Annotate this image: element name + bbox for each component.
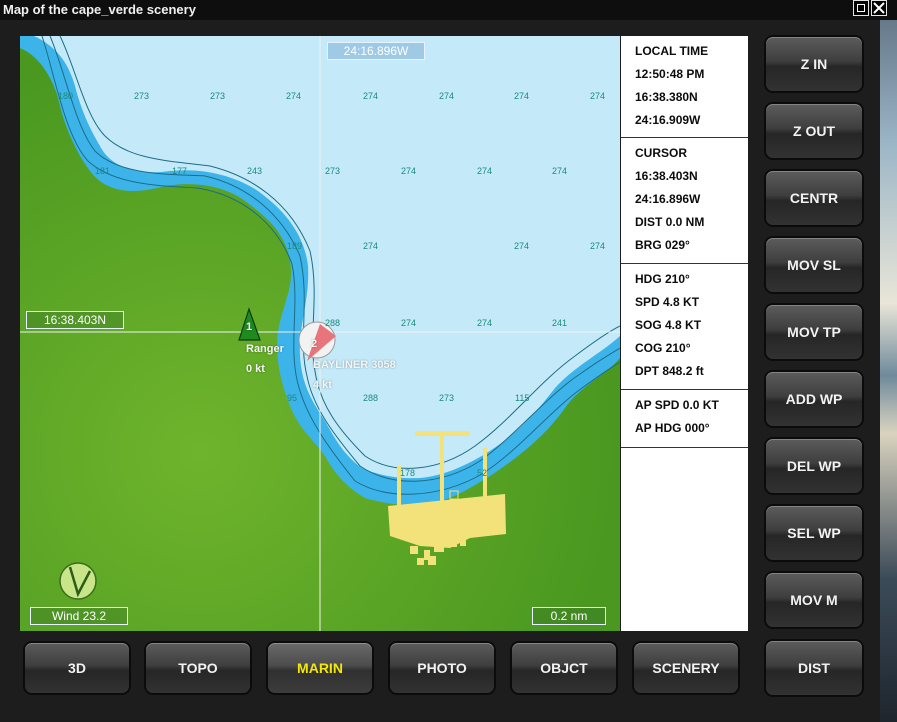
vessel-2-name[interactable]: BAYLINER 3058 bbox=[313, 359, 396, 371]
title-bar[interactable]: Map of the cape_verde scenery bbox=[0, 0, 897, 20]
depth-sounding: 288 bbox=[363, 393, 379, 403]
cursor-section: CURSOR 16:38.403N 24:16.896W DIST 0.0 NM… bbox=[621, 138, 748, 264]
autopilot-heading: AP HDG 000° bbox=[635, 421, 710, 435]
delete-waypoint-button[interactable]: DEL WP bbox=[766, 439, 862, 493]
time-section: LOCAL TIME 12:50:48 PM 16:38.380N 24:16.… bbox=[621, 36, 748, 138]
vessel-1-name[interactable]: Ranger bbox=[246, 343, 284, 355]
vessel-2-number: 2 bbox=[311, 338, 318, 350]
info-panel: LOCAL TIME 12:50:48 PM 16:38.380N 24:16.… bbox=[621, 36, 748, 631]
depth-value: DPT 848.2 ft bbox=[635, 364, 704, 378]
depth-sounding: 288 bbox=[325, 318, 341, 328]
depth-sounding: 180 bbox=[58, 91, 74, 101]
move-map-button[interactable]: MOV M bbox=[766, 573, 862, 627]
center-button[interactable]: CENTR bbox=[766, 171, 862, 225]
tab-topo-button[interactable]: TOPO bbox=[146, 643, 250, 693]
own-longitude: 24:16.909W bbox=[635, 113, 701, 127]
building bbox=[428, 556, 436, 565]
tab-3d-button[interactable]: 3D bbox=[25, 643, 129, 693]
depth-sounding: 274 bbox=[590, 241, 606, 251]
cursor-bearing: BRG 029° bbox=[635, 238, 690, 252]
vessel-1-speed: 0 kt bbox=[246, 363, 265, 375]
depth-sounding: 52 bbox=[477, 468, 488, 478]
autopilot-speed: AP SPD 0.0 KT bbox=[635, 398, 719, 412]
tab-scenery-button[interactable]: SCENERY bbox=[634, 643, 738, 693]
depth-sounding: 274 bbox=[590, 91, 606, 101]
scale-label: 0.2 nm bbox=[532, 607, 606, 625]
depth-sounding: 274 bbox=[477, 318, 493, 328]
depth-sounding: 243 bbox=[247, 166, 263, 176]
cursor-distance: DIST 0.0 NM bbox=[635, 215, 705, 229]
depth-sounding: 178 bbox=[400, 468, 416, 478]
background-scene-right bbox=[880, 0, 897, 722]
depth-sounding: 241 bbox=[552, 318, 568, 328]
zoom-out-button[interactable]: Z OUT bbox=[766, 104, 862, 158]
depth-sounding: 273 bbox=[210, 91, 226, 101]
tab-marin-button[interactable]: MARIN bbox=[268, 643, 372, 693]
building bbox=[434, 544, 444, 552]
add-waypoint-button[interactable]: ADD WP bbox=[766, 372, 862, 426]
building bbox=[417, 558, 424, 565]
select-waypoint-button[interactable]: SEL WP bbox=[766, 506, 862, 560]
depth-sounding: 274 bbox=[286, 91, 302, 101]
depth-sounding: 274 bbox=[477, 166, 493, 176]
depth-sounding: 189 bbox=[287, 241, 303, 251]
tab-objct-button[interactable]: OBJCT bbox=[512, 643, 616, 693]
depth-sounding: 177 bbox=[172, 166, 188, 176]
depth-sounding: 274 bbox=[401, 318, 417, 328]
local-time-value: 12:50:48 PM bbox=[635, 67, 705, 81]
depth-sounding: 274 bbox=[514, 241, 530, 251]
cursor-label: CURSOR bbox=[635, 146, 688, 160]
depth-sounding: 273 bbox=[439, 393, 455, 403]
heading-value: HDG 210° bbox=[635, 272, 690, 286]
close-icon bbox=[873, 2, 885, 14]
building bbox=[449, 539, 457, 547]
depth-sounding: 95 bbox=[287, 393, 298, 403]
local-time-label: LOCAL TIME bbox=[635, 44, 709, 58]
move-sl-button[interactable]: MOV SL bbox=[766, 238, 862, 292]
cursor-latitude: 16:38.403N bbox=[635, 169, 698, 183]
maximize-icon bbox=[857, 4, 865, 12]
cursor-longitude-label: 24:16.896W bbox=[327, 42, 425, 60]
building bbox=[460, 540, 466, 546]
building bbox=[410, 546, 418, 554]
distance-button[interactable]: DIST bbox=[766, 641, 862, 695]
navigation-section: HDG 210° SPD 4.8 KT SOG 4.8 KT COG 210° … bbox=[621, 264, 748, 390]
close-button[interactable] bbox=[871, 0, 887, 16]
depth-sounding: 274 bbox=[514, 91, 530, 101]
depth-sounding: 273 bbox=[134, 91, 150, 101]
cursor-latitude-label: 16:38.403N bbox=[26, 311, 124, 329]
marine-map[interactable]: 24:16.896W 16:38.403N Wind 23.2 0.2 nm 1… bbox=[20, 36, 620, 631]
window-title: Map of the cape_verde scenery bbox=[3, 2, 196, 17]
autopilot-section: AP SPD 0.0 KT AP HDG 000° bbox=[621, 390, 748, 448]
vessel-1-number: 1 bbox=[246, 321, 253, 333]
depth-sounding: 273 bbox=[325, 166, 341, 176]
move-tp-button[interactable]: MOV TP bbox=[766, 305, 862, 359]
depth-sounding: 274 bbox=[439, 91, 455, 101]
depth-sounding: 274 bbox=[401, 166, 417, 176]
wind-label: Wind 23.2 bbox=[30, 607, 128, 625]
tab-photo-button[interactable]: PHOTO bbox=[390, 643, 494, 693]
cog-value: COG 210° bbox=[635, 341, 691, 355]
depth-sounding: 274 bbox=[363, 91, 379, 101]
vessel-2-speed: 4 kt bbox=[313, 379, 332, 391]
maximize-button[interactable] bbox=[853, 0, 869, 16]
zoom-in-button[interactable]: Z IN bbox=[766, 37, 862, 91]
depth-sounding: 181 bbox=[95, 166, 111, 176]
own-latitude: 16:38.380N bbox=[635, 90, 698, 104]
speed-value: SPD 4.8 KT bbox=[635, 295, 700, 309]
depth-sounding: 274 bbox=[552, 166, 568, 176]
map-chart bbox=[20, 36, 620, 631]
depth-sounding: 115 bbox=[515, 393, 530, 403]
sog-value: SOG 4.8 KT bbox=[635, 318, 702, 332]
map-window: Map of the cape_verde scenery 24:16.896W… bbox=[0, 0, 897, 722]
pier bbox=[440, 431, 444, 506]
cursor-longitude: 24:16.896W bbox=[635, 192, 701, 206]
depth-sounding: 274 bbox=[363, 241, 379, 251]
